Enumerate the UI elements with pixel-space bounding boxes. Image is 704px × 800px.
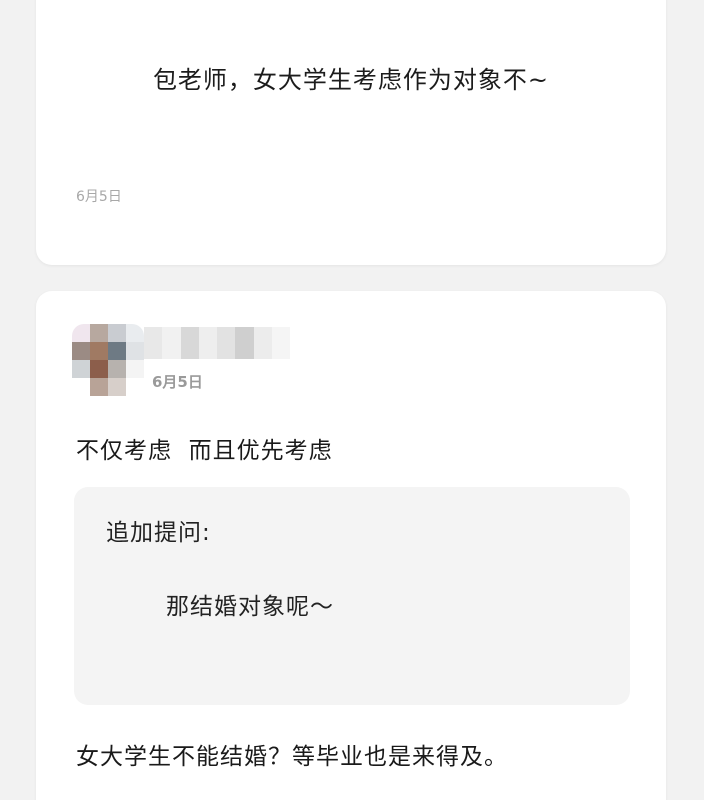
followup-text: 那结婚对象呢～	[166, 594, 334, 620]
question-date: 6月5日	[76, 189, 122, 205]
avatar[interactable]	[72, 324, 144, 396]
answer-date: 6月5日	[152, 373, 203, 391]
username-blur[interactable]	[144, 327, 290, 359]
question-card[interactable]: 包老师，女大学生考虑作为对象不~ 6月5日	[36, 0, 666, 265]
followup-box: 追加提问: 那结婚对象呢～	[74, 487, 630, 705]
followup-label: 追加提问:	[106, 520, 211, 546]
answer-card[interactable]: 6月5日 不仅考虑 而且优先考虑 追加提问: 那结婚对象呢～ 女大学生不能结婚？…	[36, 291, 666, 800]
question-text: 包老师，女大学生考虑作为对象不~	[152, 66, 550, 94]
screen: 包老师，女大学生考虑作为对象不~ 6月5日 6月5日 不仅考虑 而且优先考虑 追…	[0, 0, 704, 800]
answer-text: 不仅考虑 而且优先考虑	[76, 438, 333, 464]
reply-text: 女大学生不能结婚？等毕业也是来得及。	[76, 744, 508, 770]
